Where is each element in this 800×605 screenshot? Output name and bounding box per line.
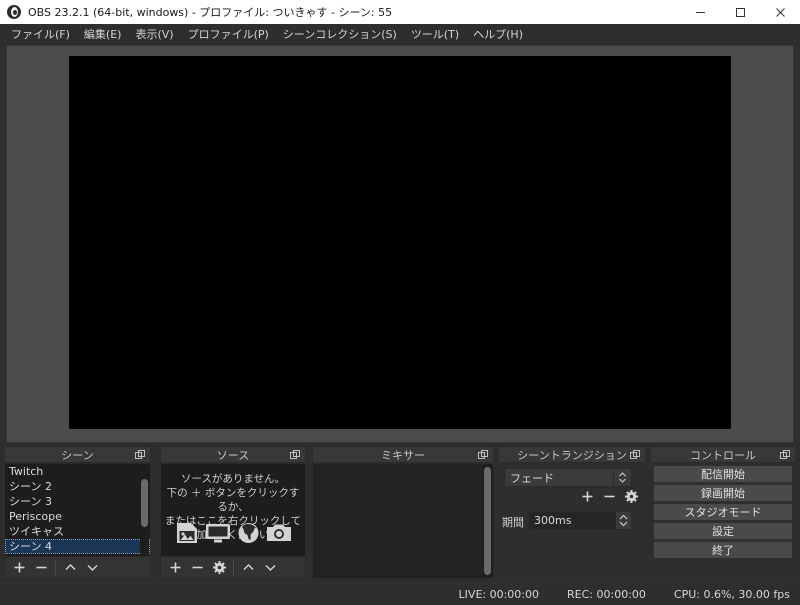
move-source-down-button[interactable] — [259, 558, 281, 578]
scene-item-4[interactable]: シーン 4 — [5, 539, 150, 554]
exit-button[interactable]: 終了 — [653, 541, 793, 559]
sources-hint-icons — [161, 522, 305, 544]
preview-area[interactable] — [6, 45, 794, 443]
transitions-body: フェード 期間 300ms — [498, 463, 646, 579]
add-transition-button[interactable] — [581, 490, 594, 503]
transitions-dock-title-label: シーントランジション — [517, 448, 627, 462]
controls-dock-title-label: コントロール — [690, 448, 756, 462]
mixer-body[interactable] — [312, 463, 494, 579]
status-rec: REC: 00:00:00 — [567, 588, 646, 601]
window-controls — [680, 0, 800, 24]
undock-icon[interactable] — [290, 450, 300, 460]
sources-list[interactable]: ソースがありません。 下の ＋ ボタンをクリックするか、 またはここを右クリック… — [160, 463, 306, 557]
scene-item-twitch[interactable]: Twitch — [5, 464, 150, 479]
sources-dock: ソース ソースがありません。 下の ＋ ボタンをクリックするか、 またはここを右… — [160, 446, 306, 581]
title-bar-left: OBS 23.2.1 (64-bit, windows) - プロファイル: つ… — [0, 4, 680, 20]
move-scene-up-button[interactable] — [59, 558, 81, 578]
minimize-button[interactable] — [680, 0, 720, 24]
add-source-button[interactable] — [164, 558, 186, 578]
browser-source-icon — [237, 522, 260, 544]
sources-empty-line-2: 下の ＋ ボタンをクリックするか、 — [166, 487, 300, 513]
mixer-dock-title: ミキサー — [312, 446, 494, 463]
move-scene-down-button[interactable] — [81, 558, 103, 578]
controls-body: 配信開始 録画開始 スタジオモード 設定 終了 — [650, 463, 796, 579]
status-cpu: CPU: 0.6%, 30.00 fps — [673, 588, 790, 601]
sources-toolbar — [160, 557, 306, 579]
controls-dock: コントロール 配信開始 録画開始 スタジオモード 設定 終了 — [650, 446, 796, 581]
scene-item-periscope[interactable]: Periscope — [5, 509, 150, 524]
transitions-dock-title: シーントランジション — [498, 446, 646, 463]
add-scene-button[interactable] — [8, 558, 30, 578]
scenes-dock-title: シーン — [4, 446, 151, 463]
sources-toolbar-separator — [233, 560, 234, 575]
mixer-dock-title-label: ミキサー — [381, 448, 425, 462]
scene-item-twicas[interactable]: ツイキャス — [5, 524, 150, 539]
move-source-up-button[interactable] — [237, 558, 259, 578]
transition-properties-button[interactable] — [625, 490, 638, 503]
sources-dock-title: ソース — [160, 446, 306, 463]
source-properties-button[interactable] — [208, 558, 230, 578]
status-live: LIVE: 00:00:00 — [458, 588, 540, 601]
transition-select-value: フェード — [510, 471, 554, 485]
transitions-dock: シーントランジション フェード 期間 300ms — [498, 446, 646, 581]
menu-view[interactable]: 表示(V) — [128, 24, 180, 44]
undock-icon[interactable] — [630, 450, 640, 460]
mixer-scrollbar-thumb[interactable] — [484, 467, 491, 575]
preview-canvas[interactable] — [69, 56, 731, 429]
obs-main-window: OBS 23.2.1 (64-bit, windows) - プロファイル: つ… — [0, 0, 800, 605]
close-button[interactable] — [760, 0, 800, 24]
sources-empty-line-1: ソースがありません。 — [180, 473, 286, 485]
remove-source-button[interactable] — [186, 558, 208, 578]
start-recording-button[interactable]: 録画開始 — [653, 484, 793, 502]
menu-help[interactable]: ヘルプ(H) — [466, 24, 530, 44]
obs-logo-icon — [7, 5, 21, 19]
menu-scene-collection[interactable]: シーンコレクション(S) — [276, 24, 404, 44]
maximize-button[interactable] — [720, 0, 760, 24]
scene-item-2[interactable]: シーン 2 — [5, 479, 150, 494]
image-source-icon — [175, 522, 199, 544]
camera-source-icon — [266, 522, 292, 544]
undock-icon[interactable] — [780, 450, 790, 460]
dock-row: シーン Twitch シーン 2 シーン 3 Periscope ツイキャス シ… — [0, 446, 800, 581]
undock-icon[interactable] — [478, 450, 488, 460]
scenes-dock: シーン Twitch シーン 2 シーン 3 Periscope ツイキャス シ… — [4, 446, 151, 581]
scenes-toolbar-separator — [55, 560, 56, 575]
mixer-scrollbar[interactable] — [483, 465, 492, 577]
scenes-scrollbar-thumb[interactable] — [141, 479, 148, 527]
transition-select[interactable]: フェード — [504, 468, 632, 487]
menu-bar: ファイル(F) 編集(E) 表示(V) プロファイル(P) シーンコレクション(… — [0, 24, 800, 44]
duration-input[interactable]: 300ms — [528, 511, 632, 530]
menu-tools[interactable]: ツール(T) — [404, 24, 466, 44]
menu-profile[interactable]: プロファイル(P) — [181, 24, 276, 44]
sources-dock-title-label: ソース — [216, 448, 250, 462]
updown-arrows-icon[interactable] — [613, 469, 631, 486]
menu-edit[interactable]: 編集(E) — [77, 24, 129, 44]
undock-icon[interactable] — [135, 450, 145, 460]
remove-scene-button[interactable] — [30, 558, 52, 578]
start-streaming-button[interactable]: 配信開始 — [653, 465, 793, 483]
studio-mode-button[interactable]: スタジオモード — [653, 503, 793, 521]
settings-button[interactable]: 設定 — [653, 522, 793, 540]
controls-dock-title: コントロール — [650, 446, 796, 463]
scenes-list-scrollbar[interactable] — [140, 465, 149, 555]
duration-value: 300ms — [534, 514, 572, 527]
title-bar: OBS 23.2.1 (64-bit, windows) - プロファイル: つ… — [0, 0, 800, 24]
mixer-dock: ミキサー — [312, 446, 494, 581]
status-bar: LIVE: 00:00:00 REC: 00:00:00 CPU: 0.6%, … — [0, 583, 800, 605]
scene-item-3[interactable]: シーン 3 — [5, 494, 150, 509]
scenes-list[interactable]: Twitch シーン 2 シーン 3 Periscope ツイキャス シーン 4 — [4, 463, 151, 557]
remove-transition-button[interactable] — [603, 490, 616, 503]
duration-spinner[interactable] — [616, 512, 631, 529]
transition-buttons — [581, 490, 638, 503]
scenes-toolbar — [4, 557, 151, 579]
menu-file[interactable]: ファイル(F) — [4, 24, 77, 44]
duration-label: 期間 — [502, 516, 524, 529]
window-title: OBS 23.2.1 (64-bit, windows) - プロファイル: つ… — [28, 6, 393, 19]
scenes-dock-title-label: シーン — [61, 448, 94, 462]
display-capture-icon — [205, 522, 231, 544]
